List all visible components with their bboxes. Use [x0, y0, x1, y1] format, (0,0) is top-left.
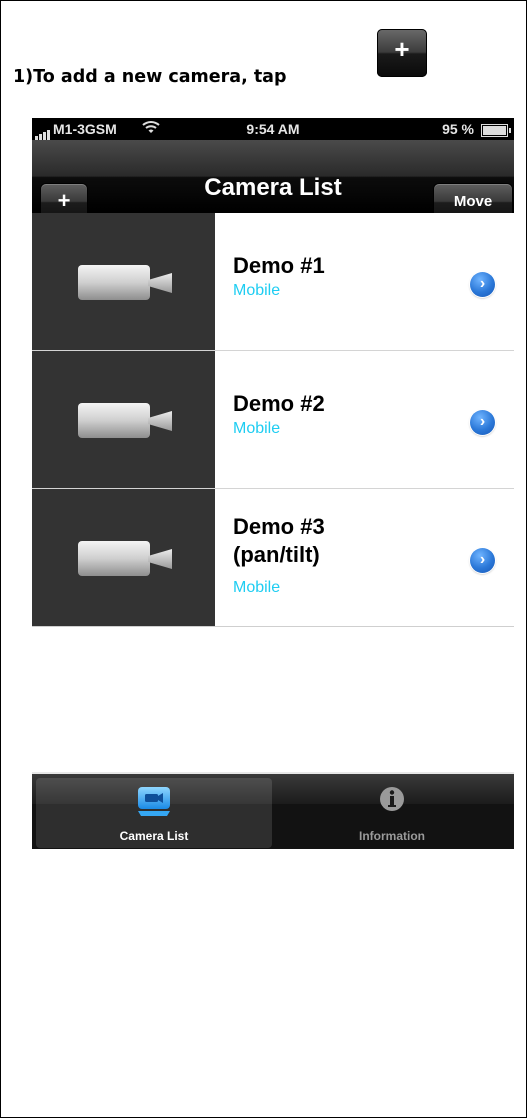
detail-disclosure-icon[interactable]: › [470, 410, 495, 435]
tab-bar: Camera List Information [32, 772, 514, 849]
add-button-example: + [377, 29, 427, 77]
info-icon [377, 784, 407, 819]
navigation-bar: + Camera List Move [32, 140, 514, 220]
camera-name: Demo #3 (pan/tilt) [233, 514, 325, 567]
camera-name: Demo #1 [233, 253, 325, 278]
camera-thumbnail [32, 213, 215, 350]
camera-row-demo-1[interactable]: Demo #1 Mobile › [32, 213, 514, 351]
instruction-text: 1)To add a new camera, tap [13, 67, 287, 87]
camera-type: Mobile [233, 579, 281, 596]
battery-percent: 95 % [442, 121, 474, 137]
detail-disclosure-icon[interactable]: › [470, 548, 495, 573]
phone-screen: M1-3GSM 9:54 AM 95 % + Camera List Move … [32, 118, 514, 849]
camera-type: Mobile [233, 420, 281, 437]
plus-icon: + [394, 34, 410, 64]
page: 1)To add a new camera, tap + M1-3GSM 9:5… [0, 0, 527, 1118]
camera-list: Demo #1 Mobile › Demo #2 Mobile › Demo #… [32, 213, 514, 627]
camera-type: Mobile [233, 282, 281, 299]
tab-label: Information [359, 829, 425, 843]
camera-thumbnail [32, 489, 215, 626]
camera-row-demo-2[interactable]: Demo #2 Mobile › [32, 351, 514, 489]
camera-thumbnail [32, 351, 215, 488]
battery-icon [481, 124, 511, 137]
tab-information[interactable]: Information [274, 778, 510, 848]
tab-label: Camera List [119, 829, 189, 843]
camera-row-demo-3[interactable]: Demo #3 (pan/tilt) Mobile › [32, 489, 514, 627]
detail-disclosure-icon[interactable]: › [470, 272, 495, 297]
tab-camera-list[interactable]: Camera List [36, 778, 272, 848]
camera-list-icon [134, 784, 174, 823]
status-bar: M1-3GSM 9:54 AM 95 % [32, 118, 514, 140]
camera-name: Demo #2 [233, 391, 325, 416]
